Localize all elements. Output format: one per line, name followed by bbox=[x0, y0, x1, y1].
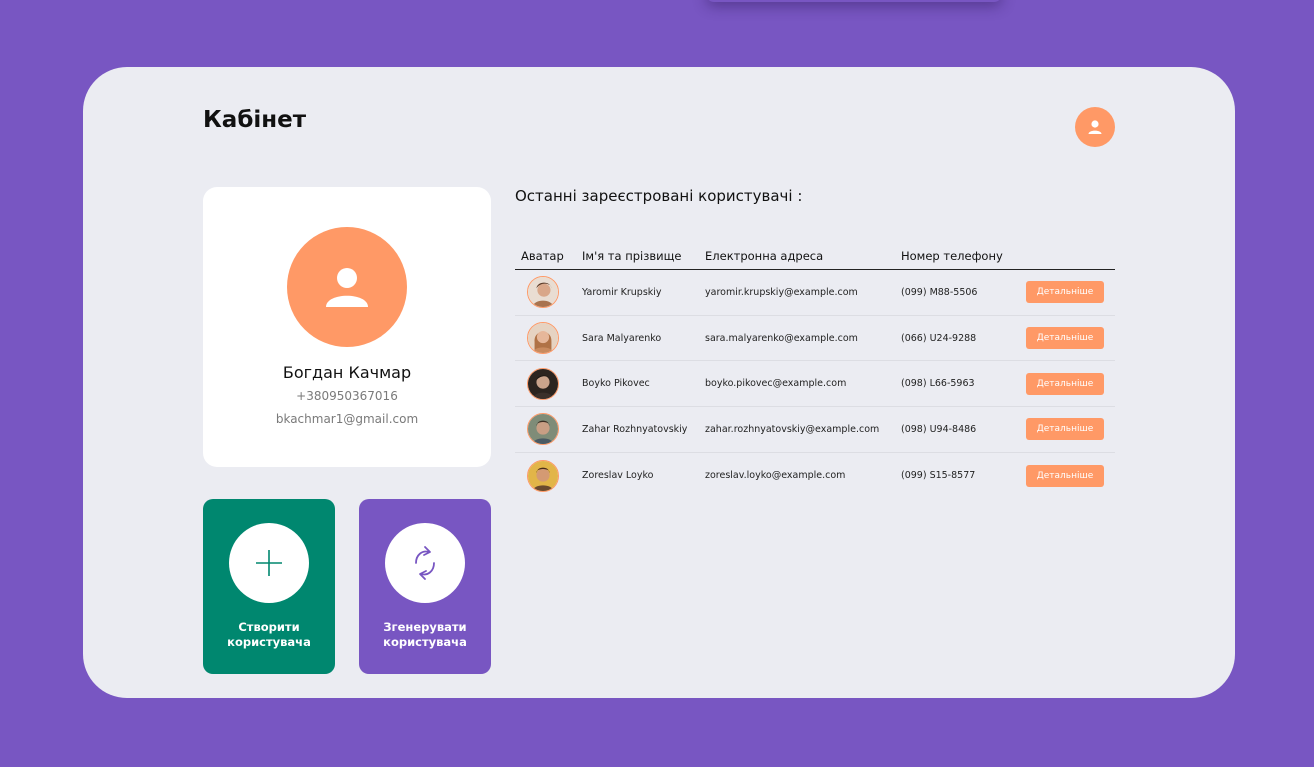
action-cell: Детальніше bbox=[1026, 327, 1115, 350]
details-button[interactable]: Детальніше bbox=[1026, 327, 1104, 350]
user-email: boyko.pikovec@example.com bbox=[705, 378, 847, 390]
user-name: Yaromir Krupskiy bbox=[582, 286, 662, 298]
action-cell: Детальніше bbox=[1026, 418, 1115, 441]
user-avatar bbox=[527, 459, 559, 492]
create-user-label: Створити користувача bbox=[227, 620, 311, 649]
profile-phone: +380950367016 bbox=[296, 389, 398, 403]
user-phone: (099) S15-8577 bbox=[901, 470, 976, 482]
user-name: Zahar Rozhnyatovskiy bbox=[582, 423, 688, 435]
users-table: Аватар Ім'я та прізвище Електронна адрес… bbox=[515, 243, 1115, 498]
user-name: Boyko Pikovec bbox=[582, 378, 650, 390]
table-row: Zahar Rozhnyatovskiy zahar.rozhnyatovski… bbox=[515, 407, 1115, 453]
column-header-name: Ім'я та прізвище bbox=[582, 249, 682, 263]
generate-user-label: Згенерувати користувача bbox=[383, 620, 467, 649]
recent-users-title: Останні зареєстровані користувачі : bbox=[515, 187, 803, 205]
details-button[interactable]: Детальніше bbox=[1026, 281, 1104, 304]
avatar-cell bbox=[515, 413, 582, 446]
avatar-cell bbox=[515, 276, 582, 309]
avatar-cell bbox=[515, 367, 582, 400]
profile-card: Богдан Качмар +380950367016 bkachmar1@gm… bbox=[203, 187, 491, 467]
action-cell: Детальніше bbox=[1026, 464, 1115, 487]
user-phone: (066) U24-9288 bbox=[901, 332, 977, 344]
user-email: sara.malyarenko@example.com bbox=[705, 332, 858, 344]
table-row: Sara Malyarenko sara.malyarenko@example.… bbox=[515, 316, 1115, 362]
dashboard-panel: Кабінет Богдан Качмар +380950367016 bkac… bbox=[83, 67, 1235, 698]
refresh-icon bbox=[415, 546, 435, 580]
user-icon bbox=[1088, 120, 1102, 134]
details-button[interactable]: Детальніше bbox=[1026, 372, 1104, 395]
details-button[interactable]: Детальніше bbox=[1026, 418, 1104, 441]
user-email: zoreslav.loyko@example.com bbox=[705, 470, 846, 482]
action-cell: Детальніше bbox=[1026, 281, 1115, 304]
account-avatar-button[interactable] bbox=[1075, 107, 1115, 147]
table-row: Yaromir Krupskiy yaromir.krupskiy@exampl… bbox=[515, 270, 1115, 316]
table-row: Boyko Pikovec boyko.pikovec@example.com … bbox=[515, 361, 1115, 408]
create-user-button[interactable]: Створити користувача bbox=[203, 499, 335, 674]
column-header-email: Електронна адреса bbox=[705, 249, 824, 263]
table-header: Аватар Ім'я та прізвище Електронна адрес… bbox=[515, 243, 1115, 270]
action-cell: Детальніше bbox=[1026, 372, 1115, 395]
user-avatar bbox=[527, 276, 559, 309]
user-avatar bbox=[527, 413, 559, 446]
user-email: zahar.rozhnyatovskiy@example.com bbox=[705, 423, 880, 435]
profile-name: Богдан Качмар bbox=[282, 363, 412, 382]
profile-email: bkachmar1@gmail.com bbox=[275, 412, 419, 426]
user-email: yaromir.krupskiy@example.com bbox=[705, 286, 858, 298]
table-row: Zoreslav Loyko zoreslav.loyko@example.co… bbox=[515, 453, 1115, 499]
plus-icon bbox=[256, 550, 282, 576]
create-icon-circle bbox=[229, 523, 309, 603]
profile-avatar bbox=[287, 227, 407, 347]
column-header-phone: Номер телефону bbox=[901, 249, 1003, 263]
generate-icon-circle bbox=[385, 523, 465, 603]
user-phone: (098) U94-8486 bbox=[901, 423, 977, 435]
user-name: Sara Malyarenko bbox=[582, 332, 662, 344]
user-avatar bbox=[527, 322, 559, 355]
avatar-cell bbox=[515, 322, 582, 355]
user-icon bbox=[326, 268, 368, 307]
user-name: Zoreslav Loyko bbox=[582, 470, 654, 482]
details-button[interactable]: Детальніше bbox=[1026, 464, 1104, 487]
user-phone: (098) L66-5963 bbox=[901, 378, 975, 390]
top-shadow-bar bbox=[706, 0, 1002, 2]
user-avatar bbox=[527, 367, 559, 400]
column-header-avatar: Аватар bbox=[521, 249, 564, 263]
user-phone: (099) M88-5506 bbox=[901, 286, 978, 298]
generate-user-button[interactable]: Згенерувати користувача bbox=[359, 499, 491, 674]
avatar-cell bbox=[515, 459, 582, 492]
page-title: Кабінет bbox=[203, 107, 307, 133]
